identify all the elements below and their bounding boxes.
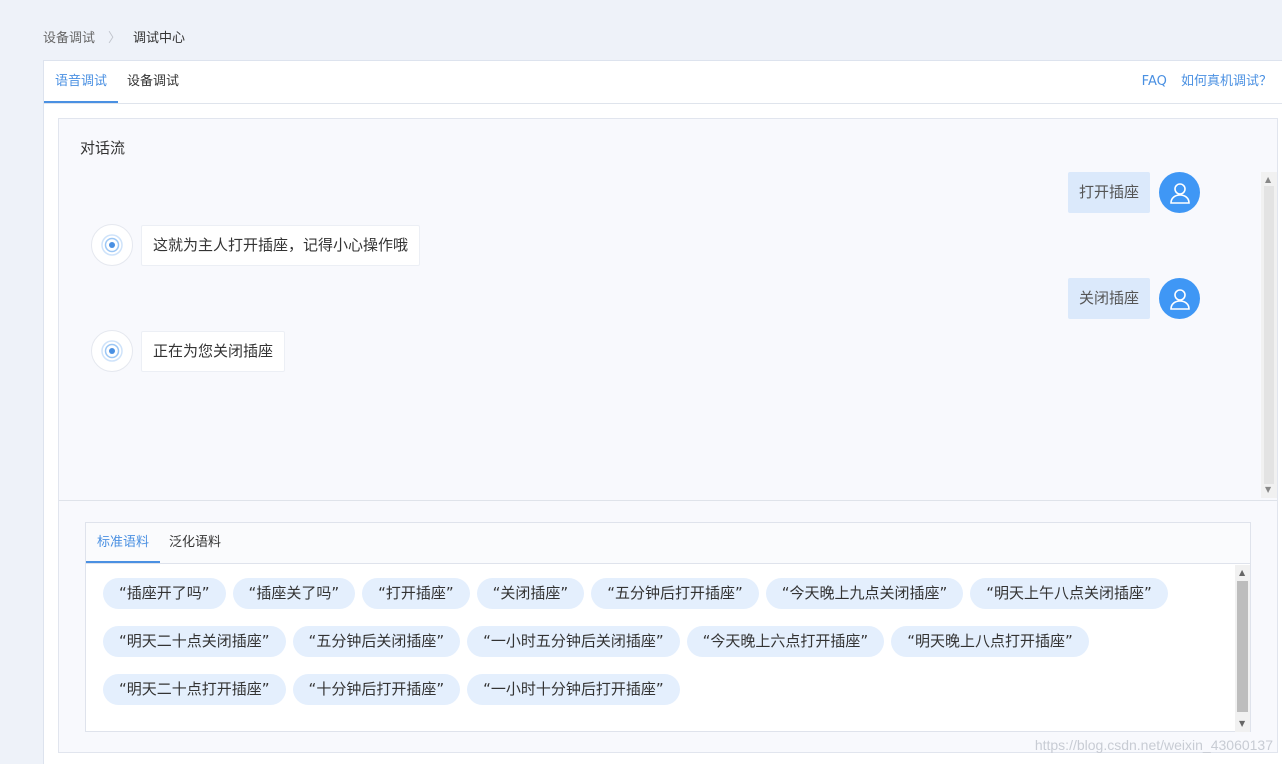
bot-radar-icon bbox=[91, 224, 133, 266]
tab-device-debug[interactable]: 设备调试 bbox=[127, 61, 179, 103]
debug-card: 语音调试 设备调试 FAQ 如何真机调试？ 对话流 打开插座 这就为主人打开插座… bbox=[43, 60, 1282, 764]
scroll-up-icon[interactable]: ▲ bbox=[1239, 569, 1245, 577]
user-bubble: 关闭插座 bbox=[1067, 278, 1150, 319]
corpus-chip[interactable]: “明天二十点关闭插座” bbox=[103, 626, 286, 657]
chat-scrollbar[interactable]: ▲ ▼ bbox=[1261, 172, 1277, 498]
corpus-chip[interactable]: “关闭插座” bbox=[476, 578, 585, 609]
bot-radar-icon bbox=[91, 330, 133, 372]
scroll-down-icon[interactable]: ▼ bbox=[1239, 720, 1245, 728]
corpus-chip[interactable]: “明天上午八点关闭插座” bbox=[970, 578, 1168, 609]
scroll-up-icon[interactable]: ▲ bbox=[1265, 176, 1271, 184]
help-links: FAQ 如何真机调试？ bbox=[1132, 61, 1272, 103]
corpus-chip[interactable]: “十分钟后打开插座” bbox=[292, 674, 461, 705]
tab-standard-corpus[interactable]: 标准语料 bbox=[86, 523, 160, 563]
breadcrumb-parent[interactable]: 设备调试 bbox=[43, 27, 95, 46]
scroll-thumb[interactable] bbox=[1237, 581, 1248, 712]
tab-voice-debug[interactable]: 语音调试 bbox=[44, 61, 118, 103]
user-message: 关闭插座 bbox=[1067, 278, 1200, 319]
bot-bubble: 这就为主人打开插座，记得小心操作哦 bbox=[141, 224, 421, 266]
breadcrumb: 设备调试 〉 调试中心 bbox=[43, 27, 186, 46]
breadcrumb-current: 调试中心 bbox=[133, 30, 186, 46]
corpus-chip[interactable]: “五分钟后关闭插座” bbox=[292, 626, 461, 657]
corpus-chip[interactable]: “明天晚上八点打开插座” bbox=[891, 626, 1089, 657]
corpus-chip[interactable]: “一小时十分钟后打开插座” bbox=[467, 674, 680, 705]
tab-generalized-corpus[interactable]: 泛化语料 bbox=[169, 523, 221, 563]
user-bubble: 打开插座 bbox=[1067, 172, 1150, 213]
real-device-debug-link[interactable]: 如何真机调试？ bbox=[1181, 74, 1272, 89]
divider bbox=[59, 500, 1277, 501]
user-icon bbox=[1159, 172, 1200, 213]
corpus-chip[interactable]: “五分钟后打开插座” bbox=[591, 578, 759, 609]
main-tabs: 语音调试 设备调试 FAQ 如何真机调试？ bbox=[44, 61, 1282, 104]
dialog-flow-title: 对话流 bbox=[80, 139, 126, 157]
corpus-chip[interactable]: “一小时五分钟后关闭插座” bbox=[467, 626, 680, 657]
bot-message: 正在为您关闭插座 bbox=[91, 330, 286, 372]
chat-area: 打开插座 这就为主人打开插座，记得小心操作哦 关闭插座 正在为您关闭插座 bbox=[59, 169, 1259, 499]
corpus-box: 标准语料 泛化语料 “插座开了吗” “插座关了吗” “打开插座” “关闭插座” “五分钟… bbox=[85, 522, 1251, 732]
corpus-chip-list: “插座开了吗” “插座关了吗” “打开插座” “关闭插座” “五分钟后打开插座” “今天晚… bbox=[103, 578, 1228, 705]
dialog-panel: 对话流 打开插座 这就为主人打开插座，记得小心操作哦 关闭插座 正在为您关闭插座… bbox=[58, 118, 1278, 753]
corpus-chip[interactable]: “今天晚上六点打开插座” bbox=[686, 626, 885, 657]
corpus-chip[interactable]: “插座开了吗” bbox=[103, 578, 226, 609]
scroll-thumb[interactable] bbox=[1264, 186, 1274, 484]
bot-bubble: 正在为您关闭插座 bbox=[141, 330, 286, 372]
bot-message: 这就为主人打开插座，记得小心操作哦 bbox=[91, 224, 421, 266]
corpus-chip[interactable]: “明天二十点打开插座” bbox=[103, 674, 286, 705]
faq-link[interactable]: FAQ bbox=[1142, 74, 1167, 89]
watermark: https://blog.csdn.net/weixin_43060137 bbox=[1034, 737, 1273, 753]
chevron-right-icon: 〉 bbox=[108, 30, 122, 46]
scroll-down-icon[interactable]: ▼ bbox=[1265, 486, 1271, 494]
user-message: 打开插座 bbox=[1067, 172, 1200, 213]
corpus-tabs: 标准语料 泛化语料 bbox=[86, 523, 1250, 564]
user-icon bbox=[1159, 278, 1200, 319]
corpus-chip[interactable]: “今天晚上九点关闭插座” bbox=[765, 578, 964, 609]
corpus-scrollbar[interactable]: ▲ ▼ bbox=[1235, 565, 1250, 732]
corpus-chip[interactable]: “插座关了吗” bbox=[232, 578, 356, 609]
corpus-chip[interactable]: “打开插座” bbox=[362, 578, 470, 609]
